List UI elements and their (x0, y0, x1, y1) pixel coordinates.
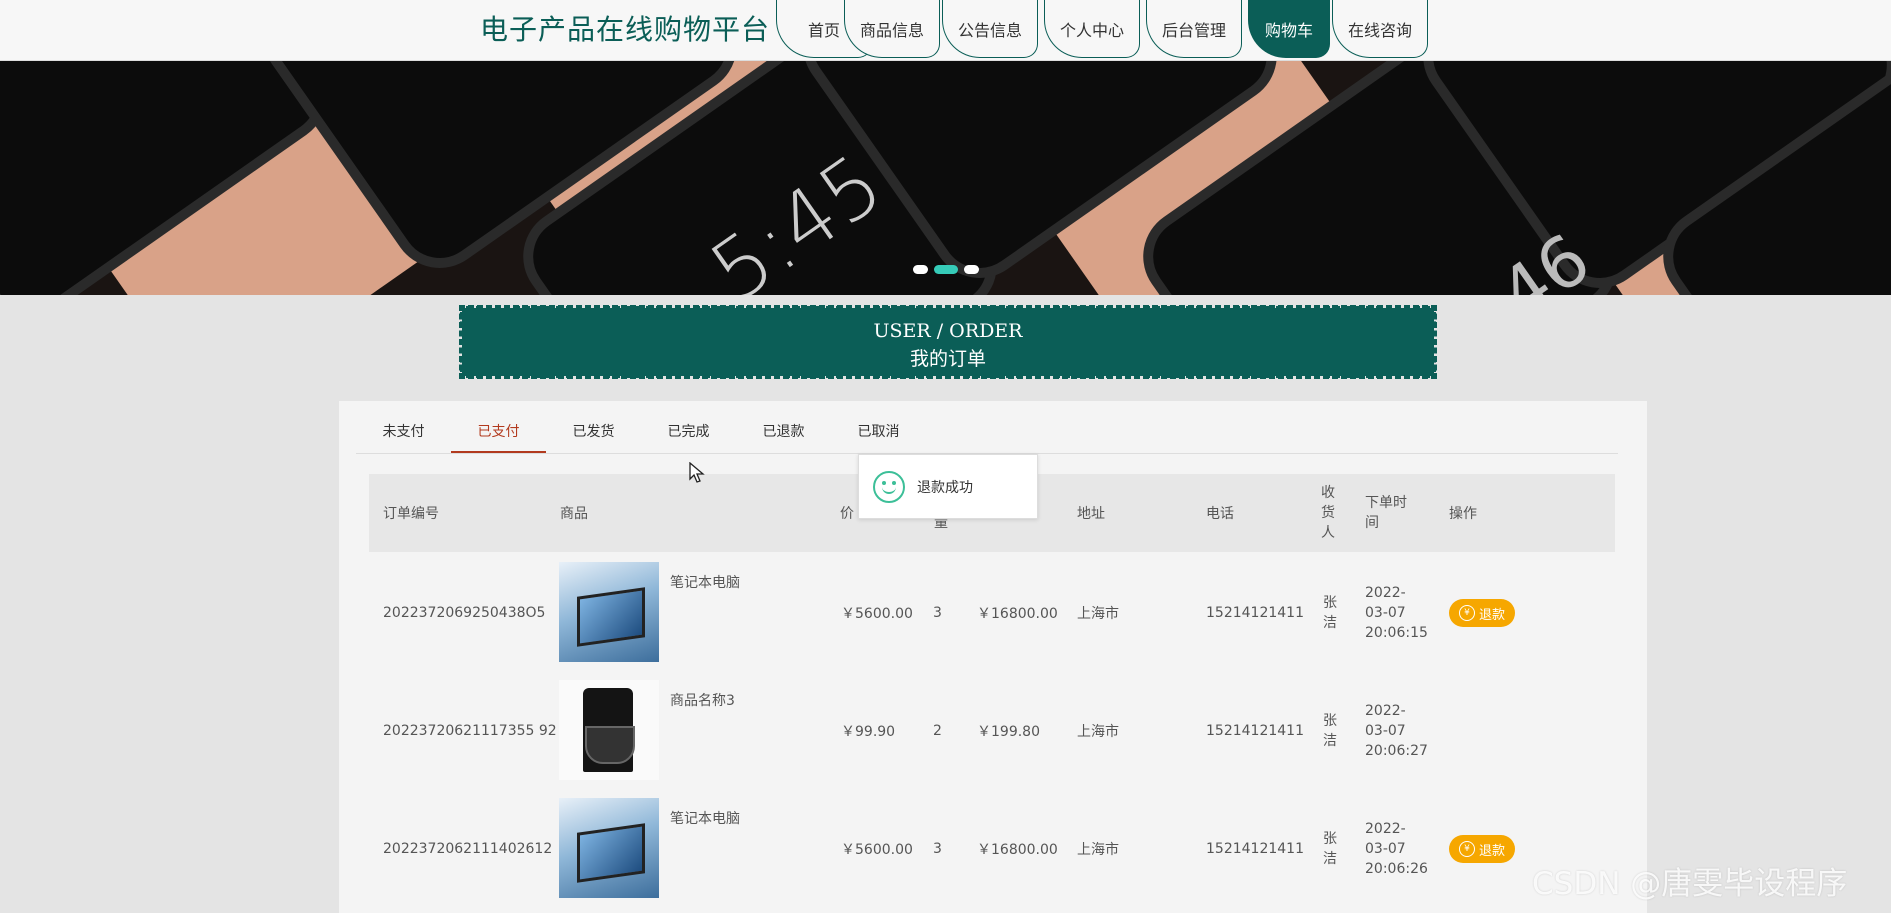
product-name[interactable]: 笔记本电脑 (670, 808, 740, 828)
carousel-dot[interactable] (913, 265, 928, 274)
order-section-title: USER / ORDER 我的订单 (459, 305, 1437, 379)
toast-message: 退款成功 (917, 479, 973, 496)
nav-notices[interactable]: 公告信息 (942, 0, 1038, 58)
tab-refunded[interactable]: 已退款 (736, 415, 831, 453)
receiver-char: 洁 (1323, 851, 1337, 867)
product-thumbnail[interactable] (559, 562, 659, 662)
order-time-line: 03-07 (1365, 841, 1406, 857)
receiver-char: 张 (1323, 713, 1337, 729)
order-time-line: 20:06:26 (1365, 861, 1428, 877)
address: 上海市 (1077, 724, 1119, 740)
receiver: 张 洁 (1323, 554, 1337, 672)
order-number: 2022372069250438O5 (383, 605, 546, 621)
smile-icon (873, 470, 905, 503)
nav-cart[interactable]: 购物车 (1248, 0, 1330, 58)
table-row: 20223720621117355 92 商品名称3 ￥99.90 2 ￥199… (369, 672, 1615, 790)
quantity: 3 (933, 605, 942, 621)
mouse-pointer-icon (689, 462, 705, 483)
th-receiver-char: 收 (1321, 485, 1335, 501)
receiver-char: 洁 (1323, 733, 1337, 749)
refund-success-toast: 退款成功 (858, 454, 1038, 519)
th-receiver-char: 人 (1321, 525, 1335, 541)
tab-paid[interactable]: 已支付 (451, 415, 546, 453)
product-thumbnail[interactable] (559, 798, 659, 898)
th-receiver: 收 货 人 (1321, 474, 1335, 552)
th-price: 价 (840, 506, 854, 522)
quantity: 3 (933, 841, 942, 857)
tab-cancelled[interactable]: 已取消 (831, 415, 926, 453)
address: 上海市 (1077, 606, 1119, 622)
order-status-tabs: 未支付 已支付 已发货 已完成 已退款 已取消 (356, 415, 1618, 454)
receiver-char: 洁 (1323, 615, 1337, 631)
order-time: 2022- 03-07 20:06:26 (1365, 790, 1428, 908)
refund-button[interactable]: ¥ 退款 (1449, 835, 1515, 863)
th-order-no: 订单编号 (383, 506, 439, 522)
coffee-pot-graphic (585, 726, 635, 764)
nav-admin[interactable]: 后台管理 (1146, 0, 1242, 58)
order-number: 2022372062111402612 (383, 841, 553, 857)
top-header: 电子产品在线购物平台 首页 商品信息 公告信息 个人中心 后台管理 购物车 在线… (0, 0, 1891, 61)
order-time-line: 03-07 (1365, 723, 1406, 739)
order-time-line: 20:06:27 (1365, 743, 1428, 759)
order-title-cn: 我的订单 (909, 348, 986, 370)
quantity: 2 (933, 723, 942, 739)
smile-mouth (882, 485, 896, 494)
phone: 15214121411 (1206, 841, 1304, 857)
order-time-line: 2022- (1365, 821, 1406, 837)
order-time: 2022- 03-07 20:06:27 (1365, 672, 1428, 790)
site-title[interactable]: 电子产品在线购物平台 (480, 8, 770, 48)
laptop-screen-graphic (577, 823, 645, 883)
order-title-en: USER / ORDER (873, 320, 1023, 342)
total: ￥16800.00 (977, 606, 1058, 622)
phone: 15214121411 (1206, 723, 1304, 739)
product-name[interactable]: 商品名称3 (670, 690, 735, 710)
price: ￥5600.00 (841, 606, 913, 622)
th-receiver-char: 货 (1321, 505, 1335, 521)
order-number: 20223720621117355 92 (383, 723, 557, 739)
carousel-indicators (913, 265, 979, 274)
th-order-time-line: 下单时 (1365, 495, 1407, 511)
price: ￥99.90 (841, 724, 896, 740)
carousel-dot[interactable] (964, 265, 979, 274)
product-name[interactable]: 笔记本电脑 (670, 572, 740, 592)
total: ￥16800.00 (977, 842, 1058, 858)
tab-completed[interactable]: 已完成 (641, 415, 736, 453)
receiver-char: 张 (1323, 595, 1337, 611)
total: ￥199.80 (977, 724, 1040, 740)
price: ￥5600.00 (841, 842, 913, 858)
order-time-line: 2022- (1365, 585, 1406, 601)
receiver: 张 洁 (1323, 790, 1337, 908)
refund-button[interactable]: ¥ 退款 (1449, 599, 1515, 627)
table-row: 2022372069250438O5 笔记本电脑 ￥5600.00 3 ￥168… (369, 554, 1615, 672)
nav-consult[interactable]: 在线咨询 (1332, 0, 1428, 58)
watermark: CSDN @唐雯毕设程序 (1532, 866, 1848, 902)
th-address: 地址 (1077, 506, 1105, 522)
receiver: 张 洁 (1323, 672, 1337, 790)
order-time-line: 2022- (1365, 703, 1406, 719)
th-action: 操作 (1449, 506, 1477, 522)
nav-profile[interactable]: 个人中心 (1044, 0, 1140, 58)
tab-unpaid[interactable]: 未支付 (356, 415, 451, 453)
th-order-time-line: 间 (1365, 515, 1379, 531)
carousel-dot-active[interactable] (934, 265, 958, 274)
laptop-screen-graphic (577, 587, 645, 647)
tab-shipped[interactable]: 已发货 (546, 415, 641, 453)
phone: 15214121411 (1206, 605, 1304, 621)
address: 上海市 (1077, 842, 1119, 858)
receiver-char: 张 (1323, 831, 1337, 847)
table-row: 2022372062111402612 笔记本电脑 ￥5600.00 3 ￥16… (369, 790, 1615, 908)
order-time-line: 20:06:15 (1365, 625, 1428, 641)
product-thumbnail[interactable] (559, 680, 659, 780)
th-product: 商品 (560, 506, 588, 522)
banner-carousel[interactable]: 5:45 46 (0, 61, 1891, 295)
order-time-line: 03-07 (1365, 605, 1406, 621)
refund-label: 退款 (1478, 607, 1505, 623)
nav-products[interactable]: 商品信息 (844, 0, 940, 58)
th-order-time: 下单时 间 (1365, 474, 1407, 552)
refund-label: 退款 (1478, 843, 1505, 859)
yen-icon: ¥ (1458, 841, 1475, 857)
th-phone: 电话 (1206, 506, 1234, 522)
yen-icon: ¥ (1458, 605, 1475, 621)
order-time: 2022- 03-07 20:06:15 (1365, 554, 1428, 672)
